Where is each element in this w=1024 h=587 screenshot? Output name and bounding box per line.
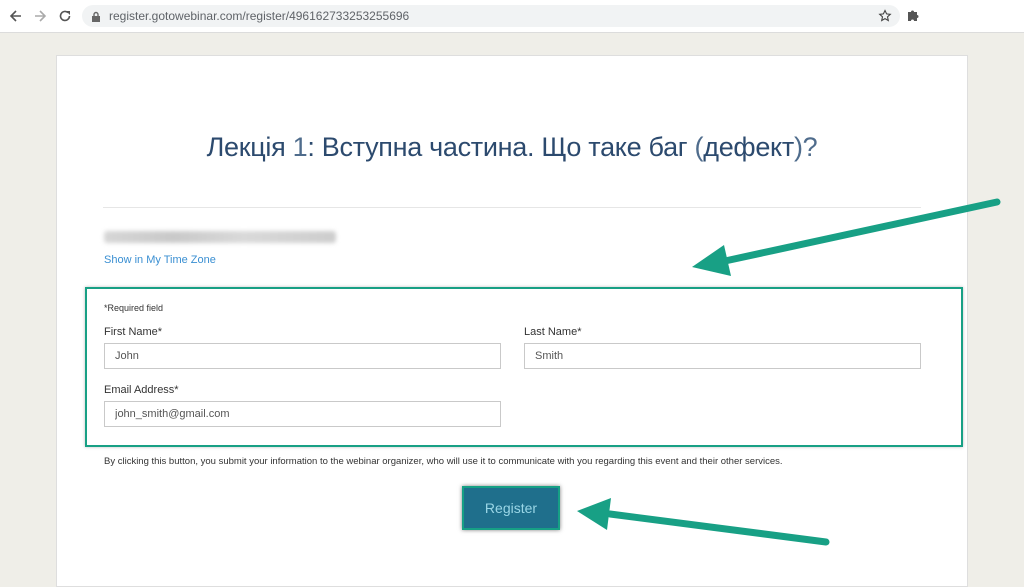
title-text-2: : Вступна частина. Що таке баг xyxy=(307,132,695,162)
last-name-field[interactable] xyxy=(524,343,921,369)
title-paren-close: )? xyxy=(793,132,818,162)
register-button[interactable]: Register xyxy=(462,486,560,530)
first-name-label: First Name* xyxy=(104,326,163,338)
star-icon[interactable] xyxy=(878,9,892,28)
first-name-field[interactable] xyxy=(104,343,501,369)
reload-icon[interactable] xyxy=(55,6,75,26)
forward-icon[interactable] xyxy=(30,6,50,26)
email-label: Email Address* xyxy=(104,384,179,396)
extensions-icon[interactable] xyxy=(906,8,920,27)
registration-form: *Required field First Name* Last Name* E… xyxy=(85,287,963,447)
browser-toolbar: register.gotowebinar.com/register/496162… xyxy=(0,0,1024,33)
required-field-note: *Required field xyxy=(104,303,164,313)
consent-text: By clicking this button, you submit your… xyxy=(104,456,783,467)
email-field[interactable] xyxy=(104,401,501,427)
title-paren-open: ( xyxy=(694,132,704,162)
last-name-label: Last Name* xyxy=(524,326,582,338)
url-text: register.gotowebinar.com/register/496162… xyxy=(109,9,410,23)
title-number: 1 xyxy=(292,132,308,162)
address-bar[interactable]: register.gotowebinar.com/register/496162… xyxy=(82,5,900,27)
lock-icon xyxy=(91,10,101,28)
blurred-date-time xyxy=(104,231,336,243)
registration-card: Лекція 1: Вступна частина. Що таке баг (… xyxy=(56,55,968,587)
title-text-3: дефект xyxy=(703,132,794,162)
show-in-my-time-zone-link[interactable]: Show in My Time Zone xyxy=(104,254,216,266)
back-icon[interactable] xyxy=(6,6,26,26)
page-title: Лекція 1: Вступна частина. Що таке баг (… xyxy=(57,132,967,163)
title-text-1: Лекція xyxy=(206,132,293,162)
divider xyxy=(103,207,921,208)
